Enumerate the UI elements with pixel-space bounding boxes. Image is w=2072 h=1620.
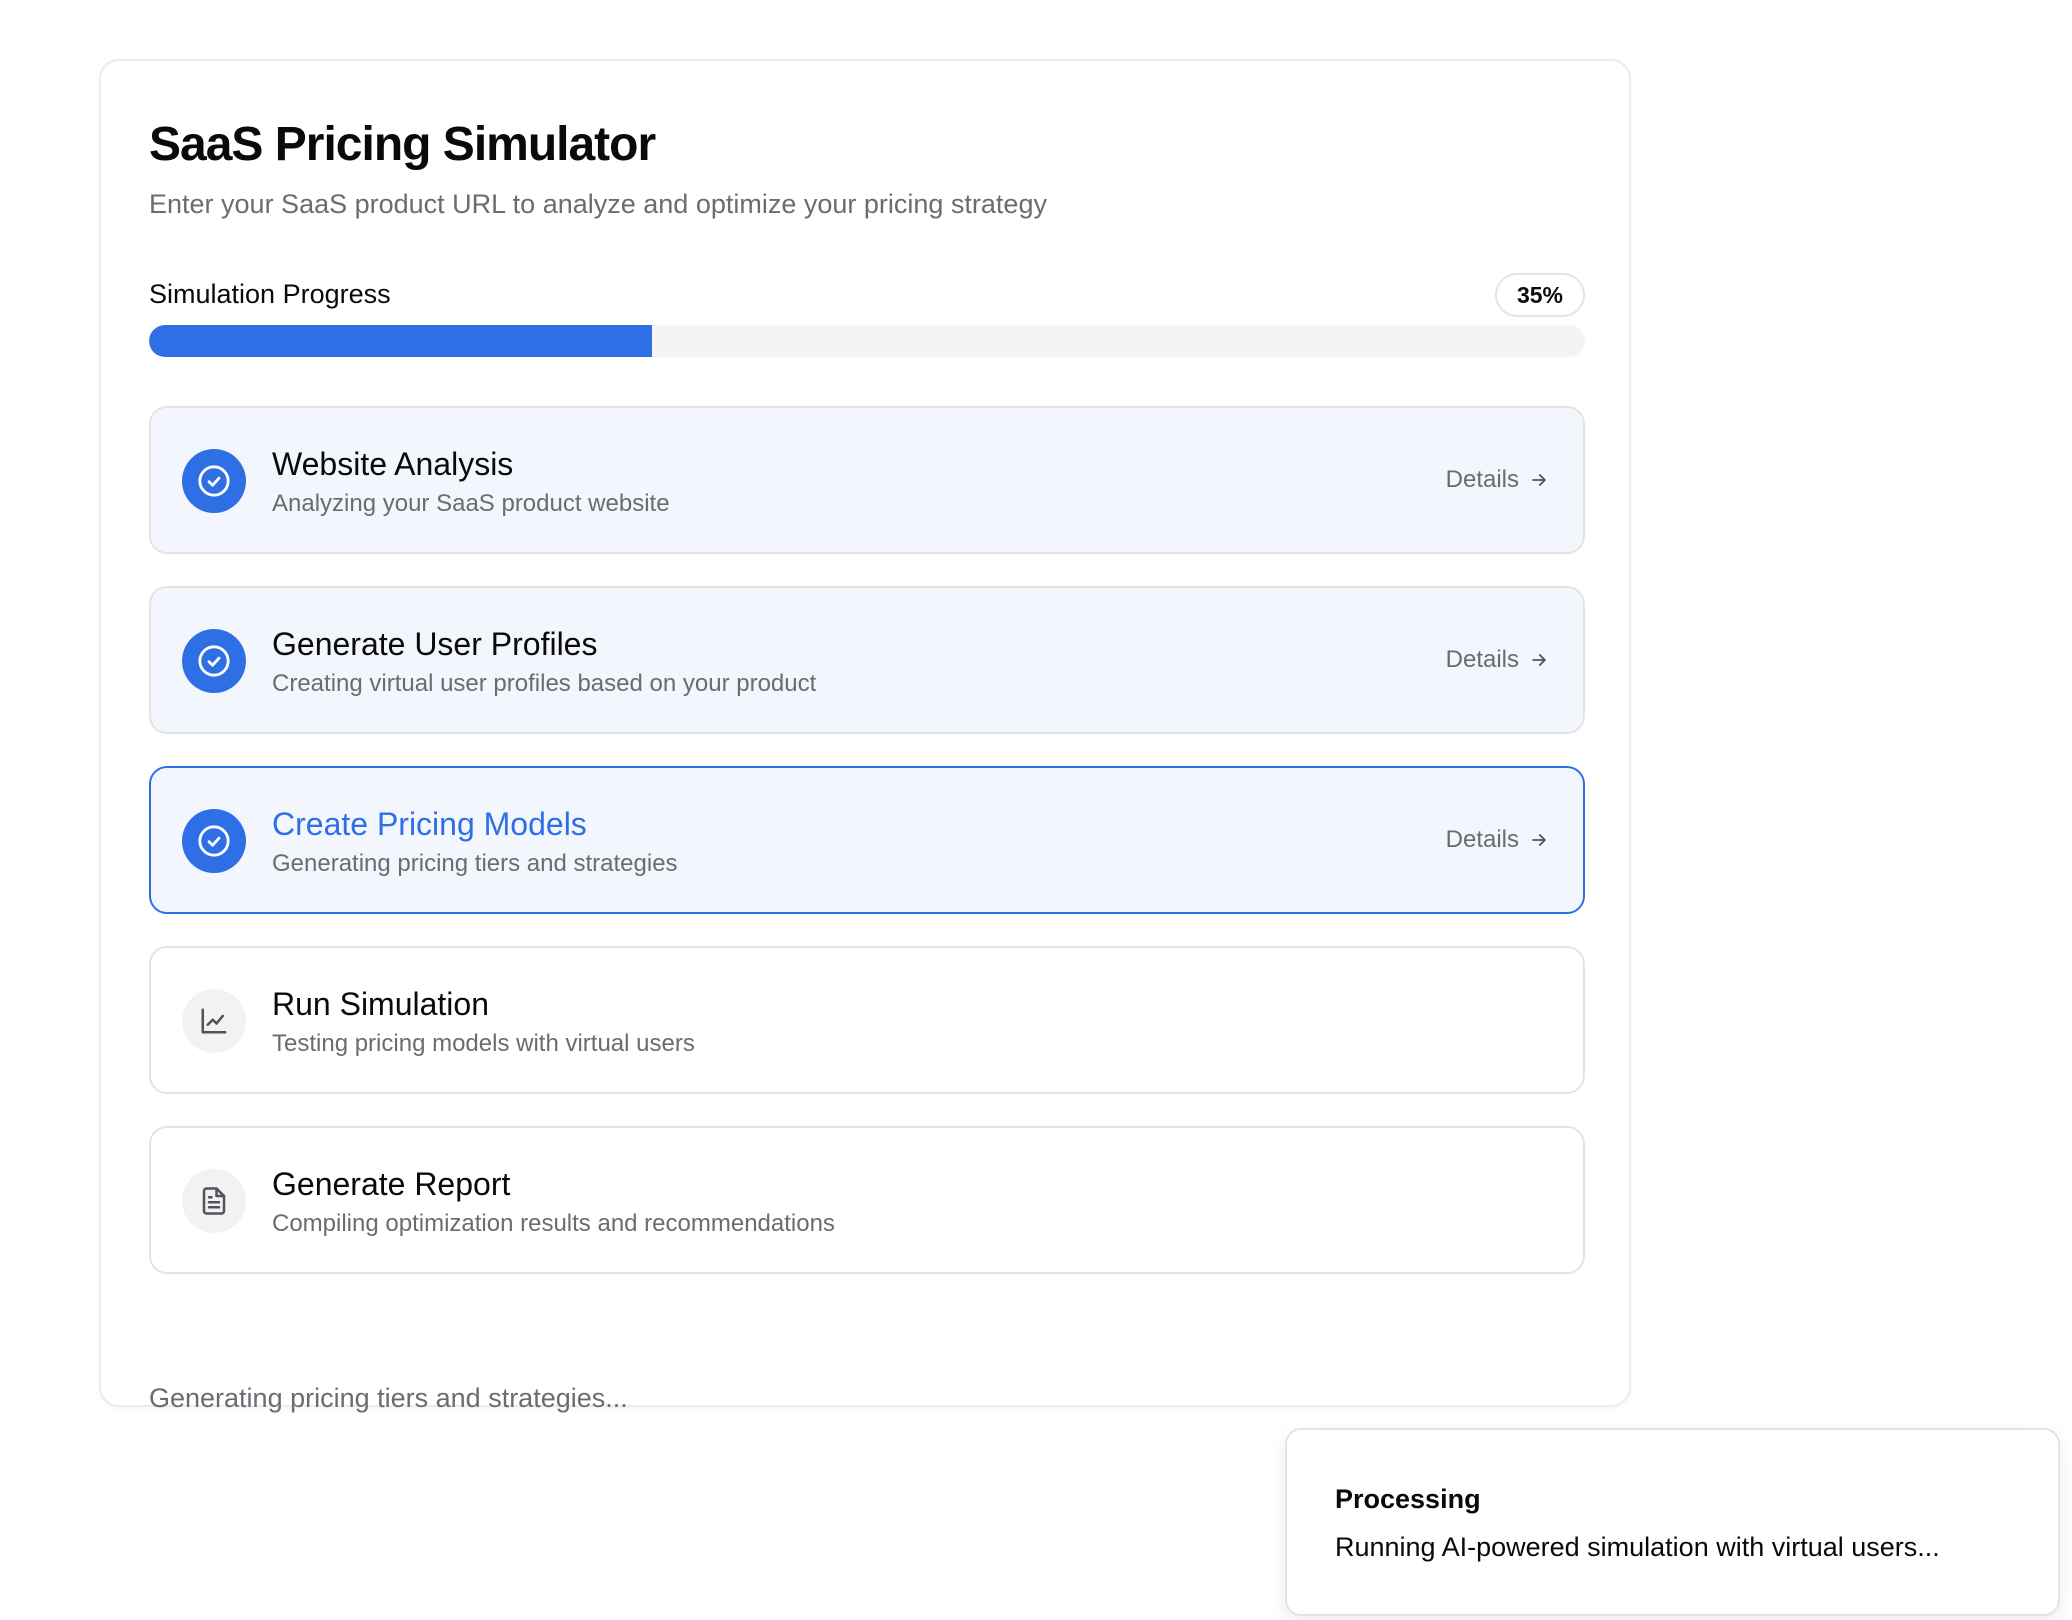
- progress-percent-badge: 35%: [1494, 273, 1585, 317]
- simulator-card: SaaS Pricing Simulator Enter your SaaS p…: [99, 59, 1631, 1413]
- progress-bar: [149, 325, 1585, 357]
- arrow-right-icon: [1532, 834, 1546, 846]
- details-link[interactable]: Details: [1446, 466, 1549, 494]
- arrow-right-icon: [1532, 654, 1546, 666]
- step-description: Generating pricing tiers and strategies: [272, 850, 678, 877]
- step-title: Generate Report: [272, 1166, 511, 1202]
- step-title: Run Simulation: [272, 986, 489, 1022]
- step-run-simulation[interactable]: Run Simulation Testing pricing models wi…: [149, 946, 1585, 1094]
- details-link[interactable]: Details: [1446, 826, 1549, 854]
- step-list: Website Analysis Analyzing your SaaS pro…: [149, 406, 1585, 1306]
- processing-toast: Processing Running AI-powered simulation…: [1285, 1428, 2060, 1616]
- status-message: Generating pricing tiers and strategies.…: [149, 1383, 628, 1413]
- step-description: Creating virtual user profiles based on …: [272, 670, 817, 697]
- line-chart-icon: [182, 989, 246, 1053]
- check-circle-icon: [182, 449, 246, 513]
- progress-bar-fill: [149, 325, 652, 357]
- step-website-analysis[interactable]: Website Analysis Analyzing your SaaS pro…: [149, 406, 1585, 554]
- step-description: Compiling optimization results and recom…: [272, 1210, 835, 1237]
- details-label: Details: [1445, 646, 1519, 673]
- check-circle-icon: [182, 629, 246, 693]
- page-subtitle: Enter your SaaS product URL to analyze a…: [149, 189, 1047, 219]
- step-description: Testing pricing models with virtual user…: [272, 1030, 695, 1057]
- progress-label: Simulation Progress: [149, 279, 391, 309]
- step-generate-user-profiles[interactable]: Generate User Profiles Creating virtual …: [149, 586, 1585, 734]
- details-link[interactable]: Details: [1446, 646, 1549, 674]
- document-icon: [182, 1169, 246, 1233]
- step-generate-report[interactable]: Generate Report Compiling optimization r…: [149, 1126, 1585, 1274]
- details-label: Details: [1445, 826, 1519, 853]
- toast-title: Processing: [1335, 1484, 1481, 1514]
- details-label: Details: [1445, 466, 1519, 493]
- step-title: Generate User Profiles: [272, 626, 598, 662]
- step-title: Create Pricing Models: [272, 806, 587, 842]
- step-create-pricing-models[interactable]: Create Pricing Models Generating pricing…: [149, 766, 1585, 914]
- toast-description: Running AI-powered simulation with virtu…: [1335, 1532, 1940, 1562]
- step-description: Analyzing your SaaS product website: [272, 490, 670, 517]
- arrow-right-icon: [1532, 474, 1546, 486]
- page-title: SaaS Pricing Simulator: [149, 118, 656, 171]
- step-title: Website Analysis: [272, 446, 514, 482]
- check-circle-icon: [182, 809, 246, 873]
